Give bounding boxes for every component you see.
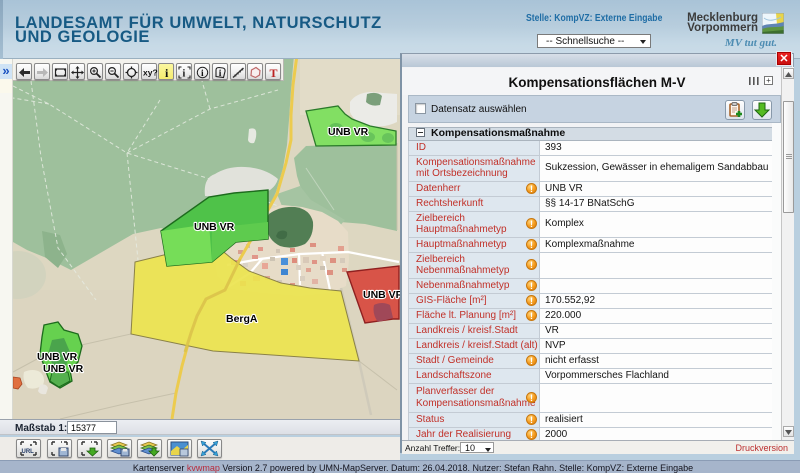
svg-text:UNB VR: UNB VR <box>37 351 78 363</box>
svg-text:i: i <box>165 66 169 79</box>
svg-text:T: T <box>270 66 278 79</box>
svg-text:xy?: xy? <box>143 68 158 78</box>
svg-text:BergA: BergA <box>226 313 258 325</box>
svg-text:UNB VR: UNB VR <box>194 221 235 233</box>
svg-text:UNB VR: UNB VR <box>363 289 400 301</box>
svg-text:i: i <box>183 69 186 80</box>
svg-text:UNB VR: UNB VR <box>43 363 84 375</box>
svg-text:URL: URL <box>22 449 35 455</box>
svg-text:i: i <box>201 69 204 79</box>
svg-text:UNB VR: UNB VR <box>328 126 369 138</box>
svg-text:i: i <box>219 69 222 79</box>
